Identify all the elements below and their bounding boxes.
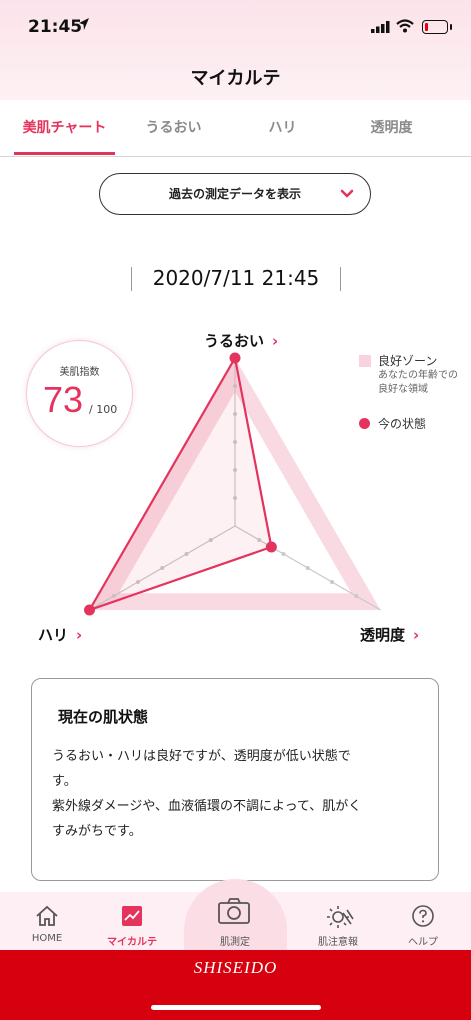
skin-score-label: 美肌指数 xyxy=(59,367,100,378)
nav-skin-alert-label: 肌注意報 xyxy=(318,937,358,948)
tab-beauty-chart[interactable]: 美肌チャート xyxy=(14,100,115,156)
nav-my-karte-label: マイカルテ xyxy=(107,937,157,948)
battery-icon xyxy=(422,20,452,34)
skin-condition-text: うるおい・ハリは良好ですが、透明度が低い状態で す。 紫外線ダメージや、血液循環… xyxy=(52,744,424,844)
tab-firmness[interactable]: ハリ xyxy=(232,100,333,156)
sun-alert-icon xyxy=(327,906,354,928)
nav-help-label: ヘルプ xyxy=(408,937,438,948)
nav-home[interactable]: HOME xyxy=(7,892,87,950)
axis-label-firmness-text: ハリ xyxy=(38,626,69,644)
axis-label-clarity[interactable]: 透明度 › xyxy=(360,624,419,645)
skin-condition-title: 現在の肌状態 xyxy=(58,708,149,726)
signal-icon xyxy=(371,21,390,33)
axis-label-clarity-text: 透明度 xyxy=(360,626,406,644)
radar-grid-dot xyxy=(329,580,334,584)
skin-condition-card: 現在の肌状態 うるおい・ハリは良好ですが、透明度が低い状態で す。 紫外線ダメー… xyxy=(31,678,439,881)
home-indicator[interactable] xyxy=(151,1005,321,1010)
active-tab-indicator xyxy=(14,152,115,155)
brand-bar: SHISEIDO xyxy=(0,950,471,1020)
nav-skin-measure[interactable]: 肌測定 xyxy=(195,892,275,950)
help-icon xyxy=(412,905,434,927)
skin-condition-line: 紫外線ダメージや、血液循環の不調によって、肌がく xyxy=(52,799,362,814)
tab-moisture[interactable]: うるおい xyxy=(123,100,224,156)
measurement-date: 2020/7/11 21:45 xyxy=(152,266,320,290)
nav-help[interactable]: ヘルプ xyxy=(383,892,463,950)
current-state-point xyxy=(265,541,277,553)
legend-good-zone-description: あなたの年齢での良好な領域 xyxy=(378,370,458,395)
current-state-point xyxy=(229,352,241,364)
skin-score-max: / 100 xyxy=(89,403,118,416)
tab-bar: 美肌チャート うるおい ハリ 透明度 xyxy=(0,100,471,157)
current-state-point xyxy=(84,604,96,616)
nav-skin-alert[interactable]: 肌注意報 xyxy=(298,892,378,950)
axis-label-firmness[interactable]: ハリ › xyxy=(38,624,82,645)
radar-grid-dot xyxy=(305,566,310,570)
status-time: 21:45 xyxy=(28,17,83,37)
show-history-button[interactable]: 過去の測定データを表示 xyxy=(99,173,371,215)
home-icon xyxy=(36,905,58,926)
chevron-right-icon: › xyxy=(272,332,279,350)
skin-condition-line: うるおい・ハリは良好ですが、透明度が低い状態で xyxy=(52,749,351,764)
date-divider-right xyxy=(340,267,341,291)
axis-label-moisture-text: うるおい xyxy=(204,332,265,350)
radar-grid-dot xyxy=(354,594,359,598)
skin-condition-line: すみがちです。 xyxy=(52,824,142,839)
status-bar: 21:45 xyxy=(0,0,471,56)
page-title: マイカルテ xyxy=(190,68,281,89)
nav-my-karte[interactable]: マイカルテ xyxy=(92,892,172,950)
battery-level xyxy=(425,23,428,31)
chevron-right-icon: › xyxy=(413,626,420,644)
nav-skin-measure-label: 肌測定 xyxy=(220,937,250,948)
legend-current-label: 今の状態 xyxy=(378,417,427,431)
chart-icon xyxy=(122,906,142,926)
legend-current-dot xyxy=(359,418,370,429)
show-history-label: 過去の測定データを表示 xyxy=(168,187,301,201)
skin-condition-line: す。 xyxy=(52,774,77,789)
brand-logo: SHISEIDO xyxy=(193,958,278,977)
chevron-down-icon xyxy=(340,189,354,198)
camera-icon xyxy=(218,898,250,924)
wifi-icon xyxy=(396,19,414,33)
chevron-right-icon: › xyxy=(76,626,83,644)
axis-label-moisture[interactable]: うるおい › xyxy=(204,330,278,351)
radar-grid-dot xyxy=(281,552,286,556)
skin-score-badge: 美肌指数 73 / 100 xyxy=(26,340,133,447)
legend-good-zone-label: 良好ゾーン xyxy=(378,354,438,368)
location-arrow-icon xyxy=(79,18,89,30)
skin-score-value: 73 xyxy=(43,379,84,420)
nav-home-label: HOME xyxy=(31,933,63,944)
top-bar: 21:45 マイカルテ xyxy=(0,0,471,100)
tab-clarity[interactable]: 透明度 xyxy=(341,100,442,156)
legend-good-zone-swatch xyxy=(359,355,371,367)
